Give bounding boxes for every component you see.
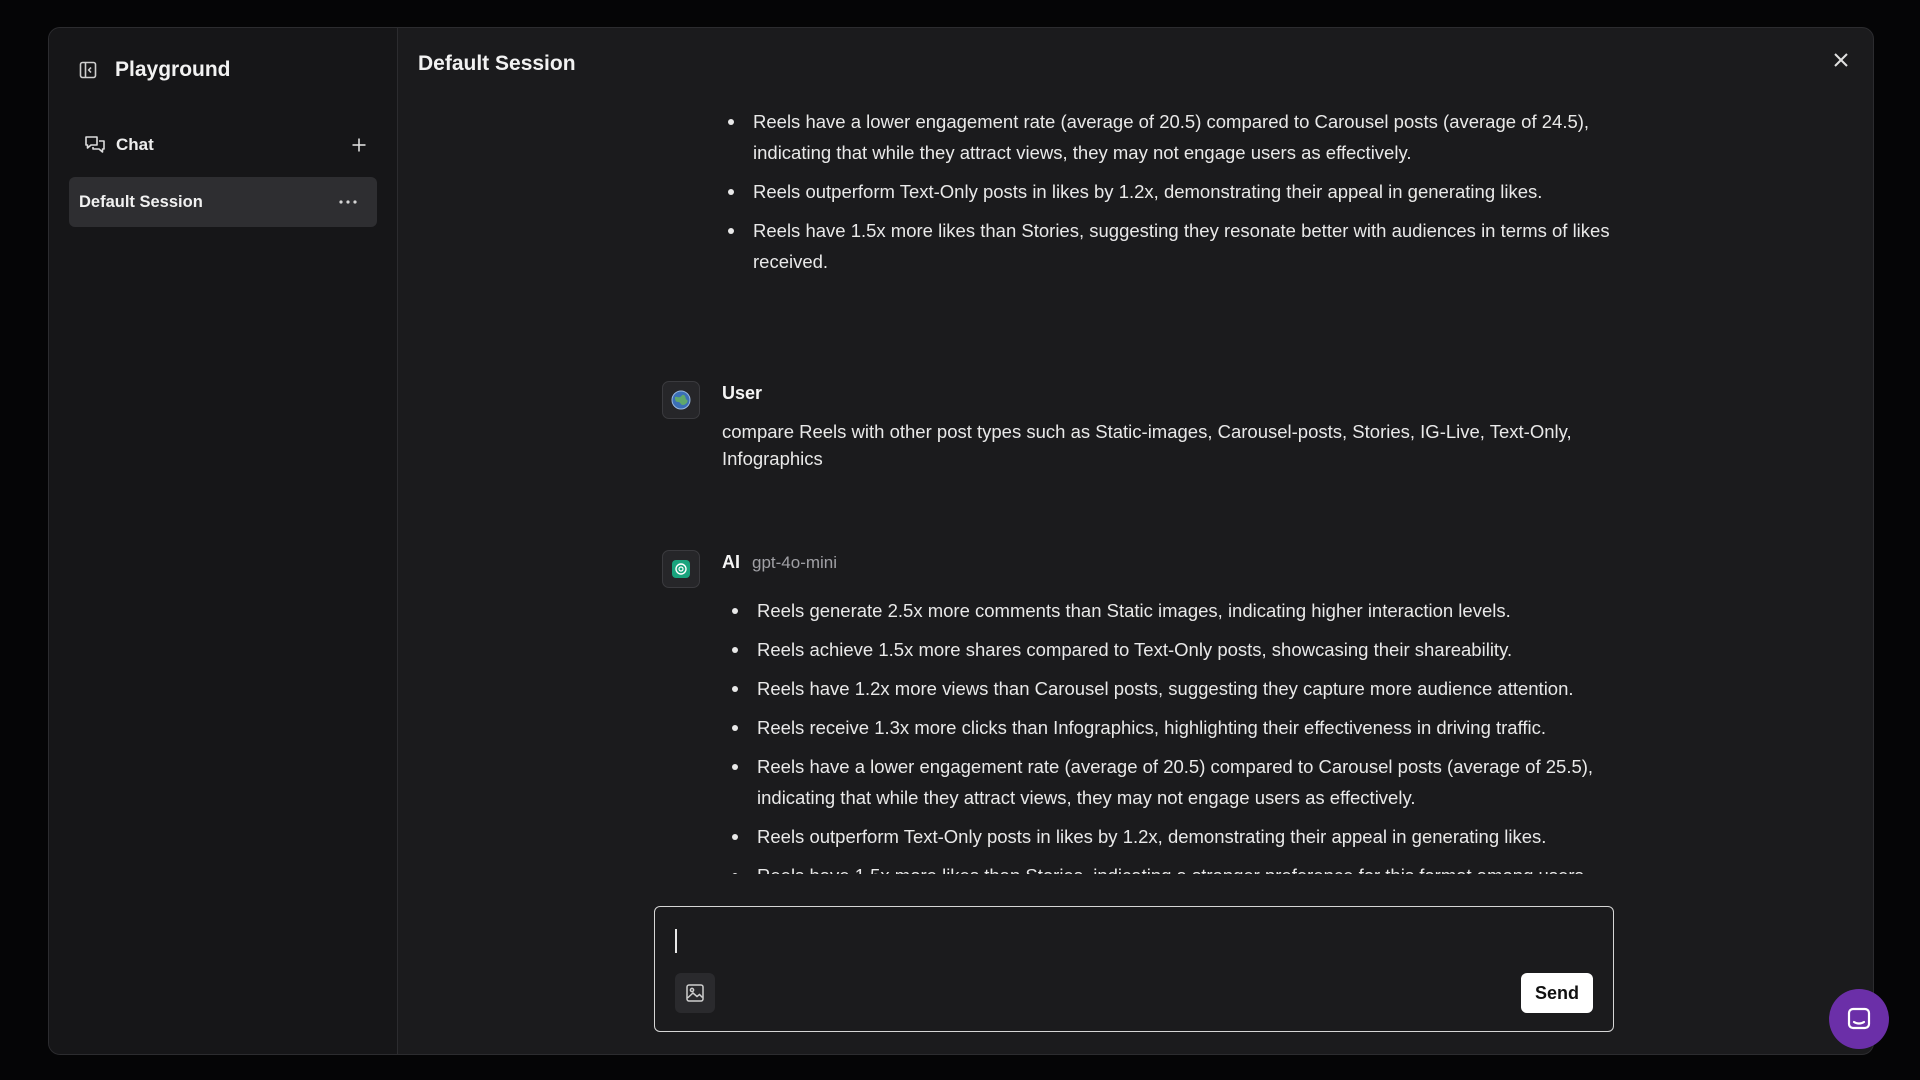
user-message-text: compare Reels with other post types such… bbox=[722, 421, 1572, 469]
sidebar-header: Playground bbox=[79, 56, 377, 84]
message-list[interactable]: Reels have 1.3x more likes than Infograp… bbox=[398, 108, 1873, 874]
support-chat-icon[interactable] bbox=[1829, 989, 1889, 1049]
ai-sender-name: AI bbox=[722, 552, 740, 572]
ai-bullet-list: Reels have 1.3x more likes than Infograp… bbox=[718, 108, 1873, 277]
page-title: Default Session bbox=[418, 52, 576, 75]
sidebar-item-default-session[interactable]: Default Session bbox=[69, 177, 377, 227]
send-button[interactable]: Send bbox=[1520, 973, 1593, 1013]
ai-sender-row: AI gpt-4o-mini bbox=[722, 552, 837, 573]
chat-section-header: Chat bbox=[69, 130, 377, 160]
image-icon[interactable] bbox=[675, 973, 715, 1013]
chat-label: Chat bbox=[116, 135, 154, 154]
sidebar: Playground Chat Default Session bbox=[49, 28, 398, 1054]
chat-bubbles-icon bbox=[84, 135, 106, 155]
list-item: Reels outperform Text-Only posts in like… bbox=[718, 176, 1633, 207]
user-avatar bbox=[662, 381, 700, 419]
user-sender-name: User bbox=[722, 383, 763, 403]
ai-message-previous: Reels have 1.3x more likes than Infograp… bbox=[398, 108, 1873, 285]
model-name: gpt-4o-mini bbox=[752, 553, 838, 572]
list-item: Reels achieve 1.5x more shares compared … bbox=[722, 634, 1637, 665]
list-item: Reels have 1.2x more views than Carousel… bbox=[722, 673, 1637, 704]
sidebar-title: Playground bbox=[115, 58, 231, 81]
close-icon[interactable] bbox=[1829, 48, 1853, 72]
ai-message: Reels generate 2.5x more comments than S… bbox=[398, 595, 1873, 874]
more-horizontal-icon[interactable] bbox=[339, 200, 357, 204]
list-item: Reels have 1.5x more likes than Stories,… bbox=[718, 215, 1633, 277]
list-item: Reels have a lower engagement rate (aver… bbox=[722, 751, 1637, 813]
list-item: Reels have a lower engagement rate (aver… bbox=[718, 108, 1633, 168]
list-item: Reels outperform Text-Only posts in like… bbox=[722, 821, 1637, 852]
session-label: Default Session bbox=[79, 192, 203, 211]
text-cursor bbox=[675, 929, 677, 953]
playground-modal: Playground Chat Default Session Default … bbox=[48, 27, 1874, 1055]
list-item: Reels receive 1.3x more clicks than Info… bbox=[722, 712, 1637, 743]
plus-icon[interactable] bbox=[351, 137, 367, 153]
main-panel: Default Session Reels have 1.3x more lik… bbox=[398, 28, 1873, 1054]
sidebar-toggle-icon[interactable] bbox=[79, 61, 97, 79]
ai-avatar bbox=[662, 550, 700, 588]
list-item: Reels have 1.5x more likes than Stories,… bbox=[722, 860, 1637, 874]
message-composer[interactable]: Send bbox=[654, 906, 1614, 1032]
list-item: Reels generate 2.5x more comments than S… bbox=[722, 595, 1637, 626]
ai-bullet-list: Reels generate 2.5x more comments than S… bbox=[722, 595, 1873, 874]
